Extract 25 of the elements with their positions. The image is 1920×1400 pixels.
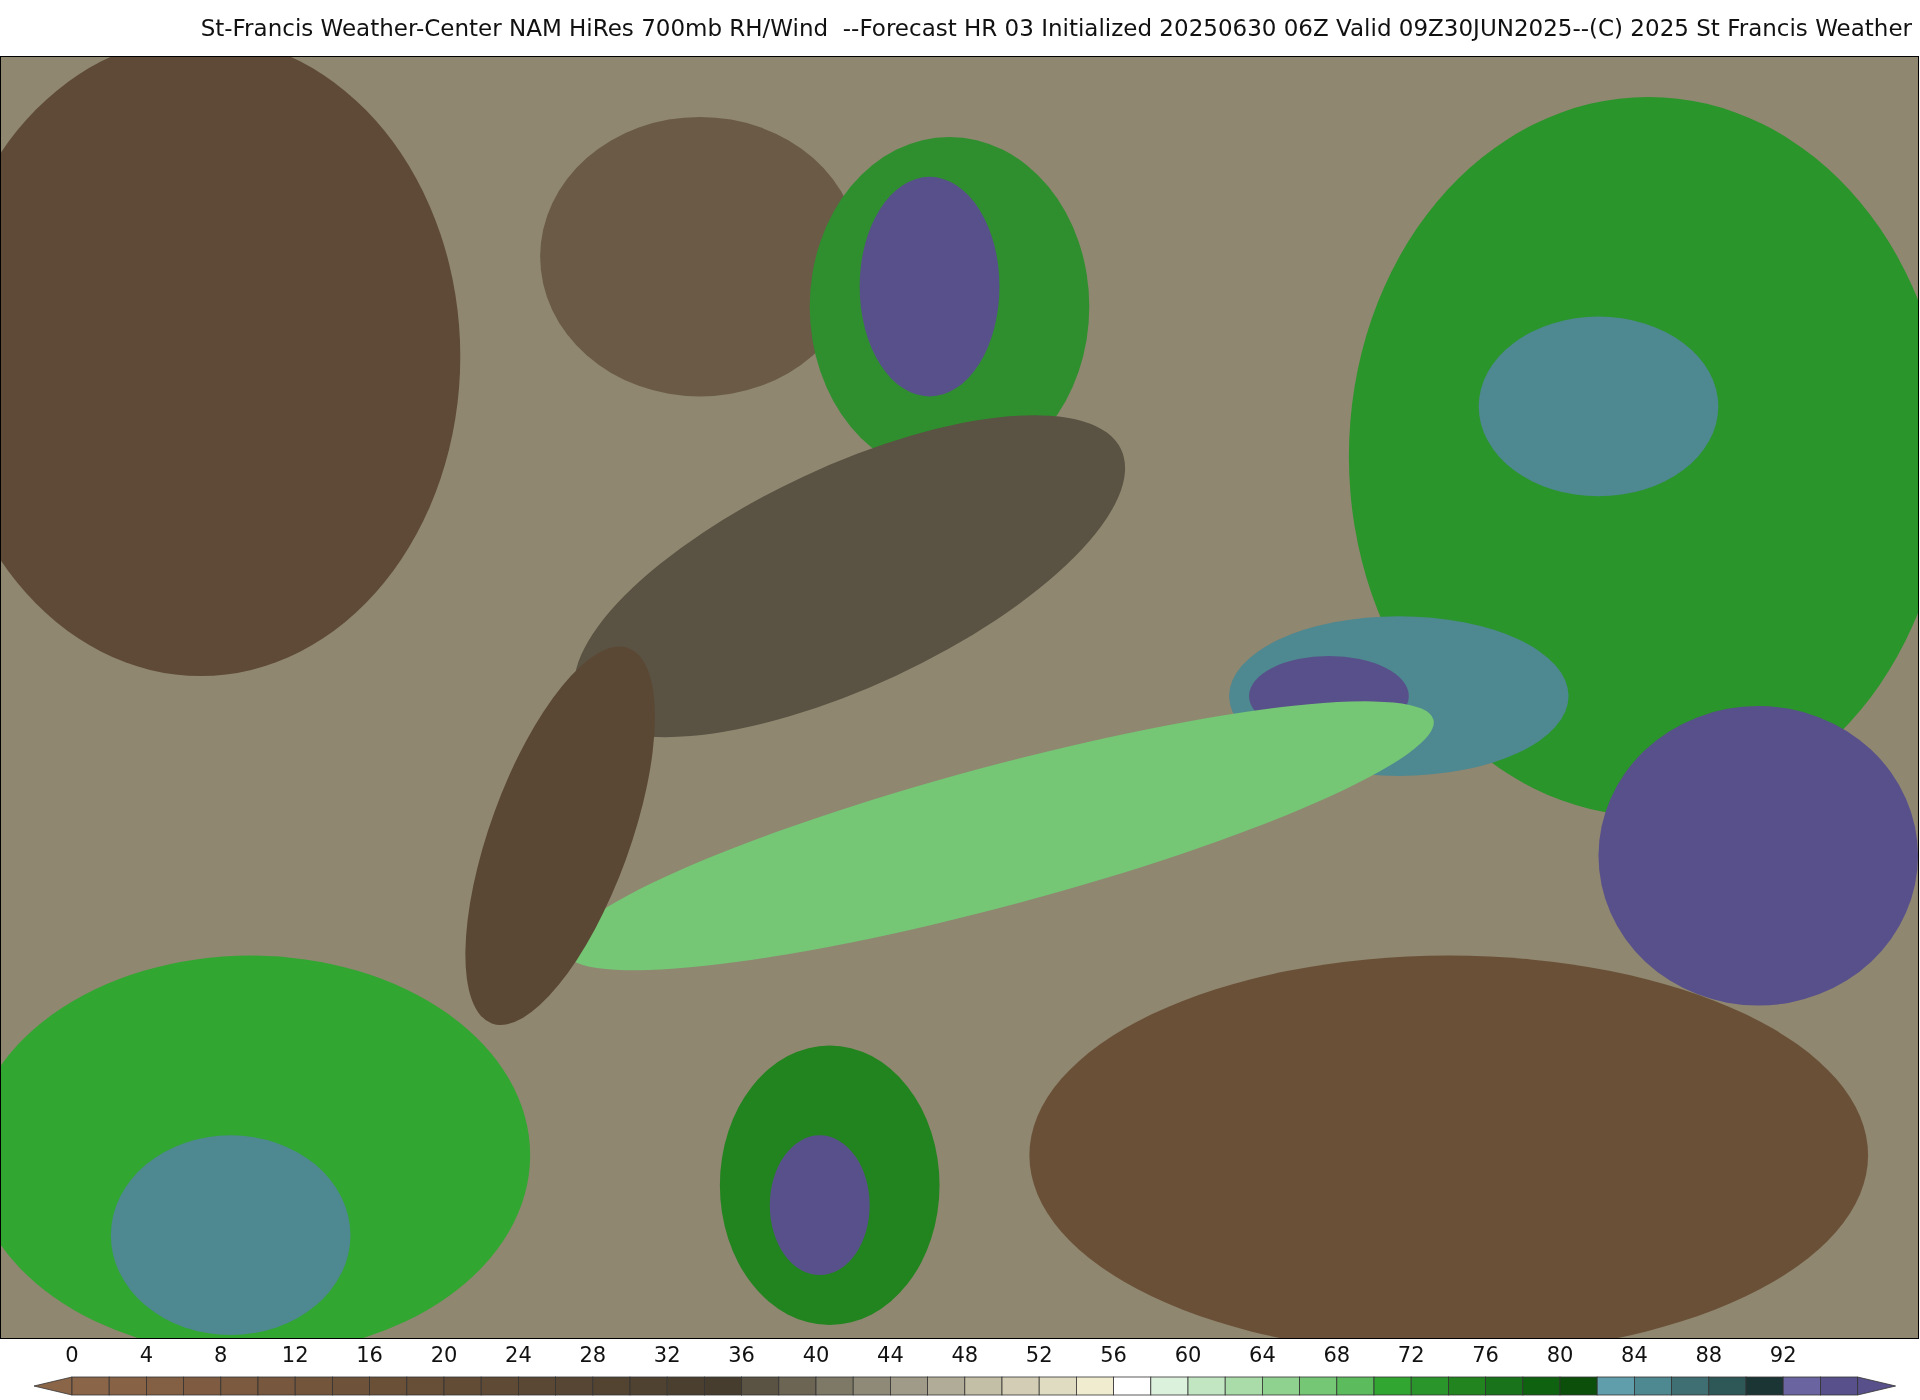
colorbar-label: 88 [1695,1343,1723,1367]
colorbar-label: 64 [1249,1343,1276,1367]
colorbar-label: 72 [1397,1343,1425,1367]
colorbar-label: 4 [139,1343,154,1367]
map-title: St-Francis Weather-Center NAM HiRes 700mb RH/Wind --Forecast HR 03 Initialized 20250630 06Z Valid 09Z30JUN2025--(C) 2025 St Francis Weather [200,15,1912,41]
colorbar-label: 36 [728,1343,755,1367]
colorbar-label: 56 [1100,1343,1127,1367]
colorbar-label: 68 [1323,1343,1351,1367]
colorbar-label: 12 [281,1343,309,1367]
colorbar-label: 40 [802,1343,830,1367]
colorbar-label: 60 [1174,1343,1202,1367]
colorbar-label: 32 [653,1343,681,1367]
colorbar-label: 80 [1546,1343,1574,1367]
colorbar-label: 92 [1769,1343,1797,1367]
colorbar-label: 8 [214,1343,228,1367]
colorbar-label: 84 [1621,1343,1648,1367]
colorbar-label: 52 [1025,1343,1053,1367]
colorbar-label: 24 [505,1343,532,1367]
colorbar-label: 20 [430,1343,458,1367]
colorbar-label: 28 [579,1343,607,1367]
colorbar-label: 48 [951,1343,979,1367]
colorbar-label: 44 [877,1343,904,1367]
colorbar-label: 16 [356,1343,383,1367]
colorbar-label: 76 [1472,1343,1499,1367]
colorbar-label: 0 [65,1343,79,1367]
